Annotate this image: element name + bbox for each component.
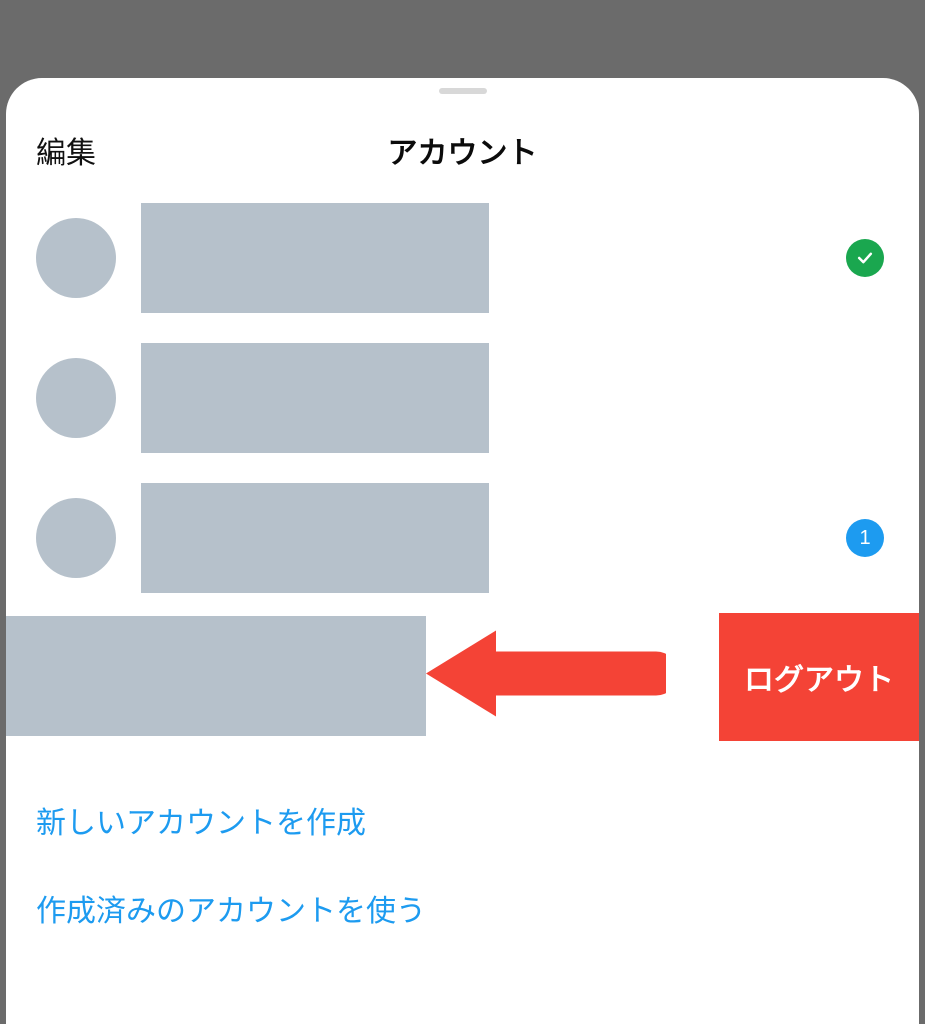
avatar (36, 358, 116, 438)
logout-button[interactable]: ログアウト (719, 613, 919, 741)
edit-button[interactable]: 編集 (36, 128, 96, 172)
modal-sheet: 編集 アカウント 1 (6, 78, 919, 1024)
create-account-link[interactable]: 新しいアカウントを作成 (36, 776, 366, 864)
page-title: アカウント (388, 128, 538, 172)
avatar (36, 498, 116, 578)
account-row[interactable] (36, 188, 889, 328)
account-label-placeholder (6, 616, 426, 736)
account-list: 1 (6, 188, 919, 608)
use-existing-account-link[interactable]: 作成済みのアカウントを使う (36, 864, 426, 952)
account-label-placeholder (141, 483, 489, 593)
account-actions: 新しいアカウントを作成 作成済みのアカウントを使う (6, 736, 919, 952)
account-label-placeholder (141, 203, 489, 313)
checkmark-icon (846, 239, 884, 277)
account-label-placeholder (141, 343, 489, 453)
arrow-annotation-icon (421, 619, 666, 734)
swiped-account-row[interactable]: ログアウト (6, 616, 919, 736)
badge-count: 1 (859, 527, 870, 550)
avatar (36, 218, 116, 298)
header: 編集 アカウント (6, 78, 919, 188)
notification-badge: 1 (846, 519, 884, 557)
account-row[interactable] (36, 328, 889, 468)
account-row[interactable]: 1 (36, 468, 889, 608)
